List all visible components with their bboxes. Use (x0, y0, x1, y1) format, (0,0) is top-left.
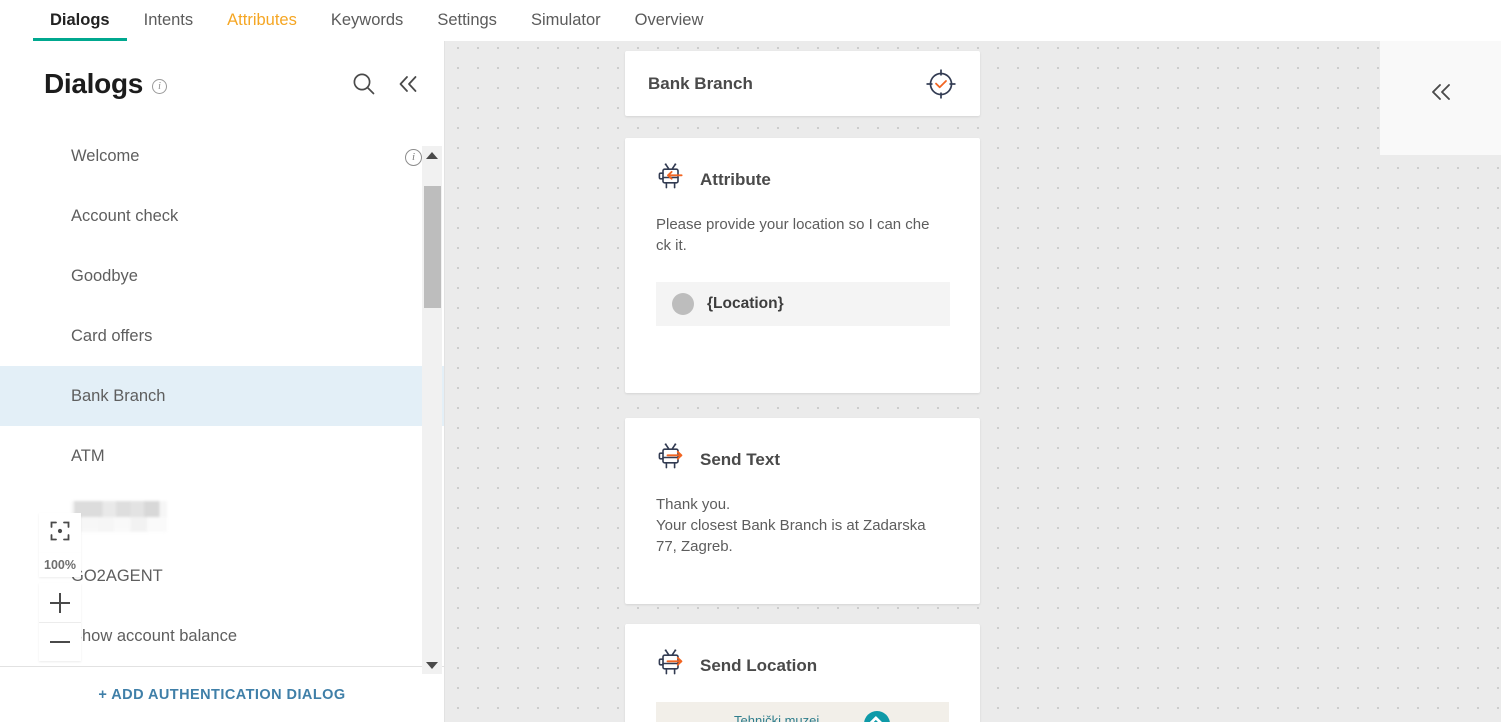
node-send-text-title: Send Text (700, 450, 780, 470)
dialog-item-label: Goodbye (71, 267, 138, 286)
node-send-location[interactable]: Send Location Tehnički muzej (625, 624, 980, 722)
dialog-item-label: Account check (71, 207, 178, 226)
dialog-item-label: ATM (71, 447, 105, 466)
tab-keywords[interactable]: Keywords (314, 0, 420, 41)
robot-arrow-in-icon (656, 161, 688, 198)
tab-intents-label: Intents (144, 11, 194, 30)
tab-simulator-label: Simulator (531, 11, 601, 30)
zoom-in-button[interactable] (39, 583, 81, 622)
dialog-item-goodbye[interactable]: Goodbye (0, 246, 444, 306)
node-send-text-body: Thank you. Your closest Bank Branch is a… (656, 494, 950, 557)
info-icon: i (405, 149, 422, 166)
zoom-level-label: 100% (39, 553, 81, 577)
node-root-title: Bank Branch (648, 74, 753, 94)
gray-circle-avatar (672, 293, 694, 315)
canvas-zoom-controls: 100% (39, 513, 81, 661)
collapse-left-icon (1426, 77, 1456, 112)
dialog-item-label: GO2AGENT (71, 567, 163, 586)
tab-attributes-label: Attributes (227, 11, 297, 30)
scrollbar-thumb[interactable] (424, 186, 441, 308)
map-place-label: Tehnički muzej (734, 713, 819, 722)
dialog-item-label: Welcome (71, 147, 139, 166)
tab-dialogs[interactable]: Dialogs (33, 0, 127, 41)
map-preview[interactable]: Tehnički muzej (656, 702, 949, 722)
dialog-flow-canvas[interactable]: Bank Branch (445, 33, 1501, 722)
sidebar-footer: + ADD AUTHENTICATION DIALOG (0, 666, 444, 722)
tab-simulator[interactable]: Simulator (514, 0, 618, 41)
fit-to-screen-icon (50, 521, 70, 546)
sidebar-scrollbar[interactable] (422, 146, 442, 674)
dialog-item-account-check[interactable]: Account check (0, 186, 444, 246)
page-title: Dialogs (44, 68, 143, 100)
dialog-item-label: Card offers (71, 327, 152, 346)
node-bank-branch-root[interactable]: Bank Branch (625, 51, 980, 116)
scroll-down-arrow[interactable] (422, 656, 442, 674)
node-attribute-header: Attribute (656, 161, 950, 198)
target-check-icon[interactable] (924, 67, 958, 101)
right-panel-collapse-button[interactable] (1380, 33, 1501, 155)
node-attribute-body: Please provide your location so I can ch… (656, 214, 950, 256)
robot-arrow-out-icon (656, 647, 688, 684)
top-navigation-bar: Dialogs Intents Attributes Keywords Sett… (0, 0, 1501, 41)
scroll-up-arrow[interactable] (422, 146, 442, 164)
robot-arrow-out-icon (656, 441, 688, 478)
zoom-step-buttons (39, 583, 81, 661)
node-send-text[interactable]: Send Text Thank you. Your closest Bank B… (625, 418, 980, 604)
dialog-item-label: Bank Branch (71, 387, 165, 406)
node-send-location-header: Send Location (656, 647, 950, 684)
tab-overview-label: Overview (635, 11, 704, 30)
dialog-item-bank-branch[interactable]: Bank Branch (0, 366, 444, 426)
node-send-location-title: Send Location (700, 656, 817, 676)
tab-dialogs-label: Dialogs (50, 11, 110, 30)
tab-attributes[interactable]: Attributes (210, 0, 314, 41)
add-authentication-dialog-button[interactable]: + ADD AUTHENTICATION DIALOG (98, 687, 345, 703)
tab-intents[interactable]: Intents (127, 0, 211, 41)
search-icon[interactable] (350, 70, 378, 98)
minus-icon (50, 641, 70, 643)
sidebar-collapse-left-icon[interactable] (394, 70, 422, 98)
dialog-item-welcome[interactable]: Welcome i (0, 126, 444, 186)
node-attribute[interactable]: Attribute Please provide your location s… (625, 138, 980, 393)
node-attribute-title: Attribute (700, 170, 771, 190)
attribute-chip-location[interactable]: {Location} (656, 282, 950, 326)
info-icon[interactable]: i (152, 79, 167, 94)
fit-to-screen-button[interactable] (39, 513, 81, 553)
node-send-text-header: Send Text (656, 441, 950, 478)
tab-settings[interactable]: Settings (420, 0, 514, 41)
tab-settings-label: Settings (437, 11, 497, 30)
top-nav-tabs: Dialogs Intents Attributes Keywords Sett… (0, 0, 720, 41)
tab-overview[interactable]: Overview (618, 0, 721, 41)
sidebar-header-actions (350, 70, 422, 98)
tab-keywords-label: Keywords (331, 11, 403, 30)
plus-icon (50, 593, 70, 613)
sidebar-header: Dialogs i (0, 41, 444, 126)
dialog-item-atm[interactable]: ATM (0, 426, 444, 486)
location-marker[interactable] (864, 711, 890, 722)
attribute-chip-label: {Location} (707, 295, 784, 313)
dialog-item-card-offers[interactable]: Card offers (0, 306, 444, 366)
redacted-label (71, 501, 167, 532)
dialog-item-label: Show account balance (71, 627, 237, 646)
zoom-out-button[interactable] (39, 622, 81, 661)
dialog-item-info-button[interactable]: i (405, 146, 422, 166)
